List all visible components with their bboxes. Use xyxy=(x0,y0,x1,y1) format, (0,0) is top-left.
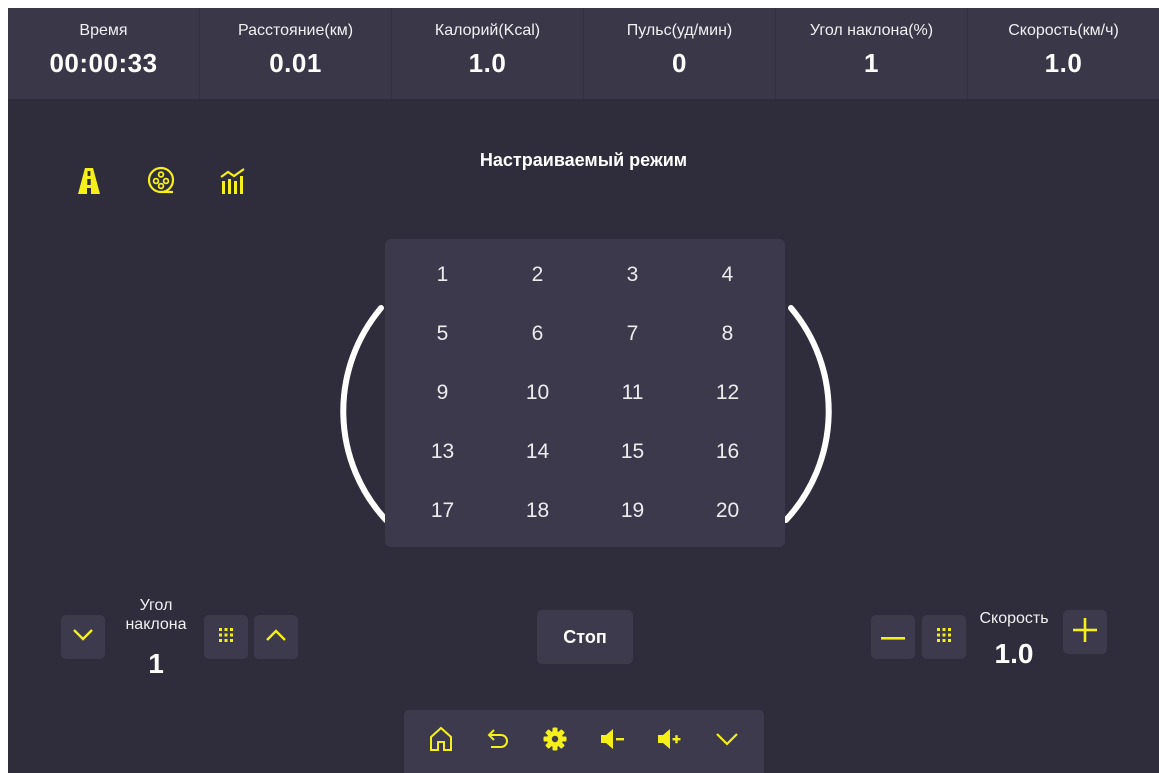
program-17-button[interactable]: 17 xyxy=(395,482,490,541)
program-16-button[interactable]: 16 xyxy=(680,423,775,482)
volume-up-button[interactable] xyxy=(650,722,690,762)
stat-label: Время xyxy=(79,22,128,39)
settings-button[interactable] xyxy=(535,722,575,762)
program-2-button[interactable]: 2 xyxy=(490,245,585,304)
settings-icon xyxy=(543,727,567,756)
incline-down-button[interactable] xyxy=(61,615,105,659)
mode-title: Настраиваемый режим xyxy=(479,150,688,170)
stat-calories: Калорий(Kcal) 1.0 xyxy=(392,8,584,99)
speed-keypad-button[interactable] xyxy=(922,615,966,659)
back-icon xyxy=(486,728,510,755)
program-18-button[interactable]: 18 xyxy=(490,482,585,541)
program-1-button[interactable]: 1 xyxy=(395,245,490,304)
stats-bar: Время 00:00:33 Расстояние(км) 0.01 Калор… xyxy=(8,8,1159,99)
program-8-button[interactable]: 8 xyxy=(680,304,775,363)
volume-down-icon xyxy=(600,728,626,755)
incline-up-button[interactable] xyxy=(254,615,298,659)
collapse-button[interactable] xyxy=(707,722,747,762)
program-19-button[interactable]: 19 xyxy=(585,482,680,541)
program-11-button[interactable]: 11 xyxy=(585,363,680,422)
chevron-up-icon xyxy=(265,628,287,647)
stat-label: Расстояние(км) xyxy=(237,22,354,39)
program-12-button[interactable]: 12 xyxy=(680,363,775,422)
incline-label: Угол наклона xyxy=(118,596,194,634)
chevron-down-icon xyxy=(715,732,739,751)
program-10-button[interactable]: 10 xyxy=(490,363,585,422)
stop-button[interactable]: Стоп xyxy=(537,610,633,664)
stat-label: Калорий(Kcal) xyxy=(434,22,541,39)
program-20-button[interactable]: 20 xyxy=(680,482,775,541)
stat-label: Угол наклона(%) xyxy=(809,22,934,39)
bottom-nav xyxy=(404,710,764,773)
plus-icon xyxy=(1073,617,1097,647)
program-4-button[interactable]: 4 xyxy=(680,245,775,304)
treadmill-screen: Время 00:00:33 Расстояние(км) 0.01 Калор… xyxy=(8,8,1159,773)
stat-label: Скорость(км/ч) xyxy=(1008,22,1119,39)
program-13-button[interactable]: 13 xyxy=(395,423,490,482)
stat-time: Время 00:00:33 xyxy=(8,8,200,99)
stat-pulse: Пульс(уд/мин) 0 xyxy=(584,8,776,99)
program-15-button[interactable]: 15 xyxy=(585,423,680,482)
program-grid: 1 2 3 4 5 6 7 8 9 10 11 12 13 14 15 16 17 18 19 20 xyxy=(385,239,785,547)
stat-incline: Угол наклона(%) 1 xyxy=(776,8,968,99)
stat-value: 1.0 xyxy=(468,48,507,78)
stat-value: 1.0 xyxy=(1044,48,1083,78)
incline-keypad-button[interactable] xyxy=(204,615,248,659)
program-14-button[interactable]: 14 xyxy=(490,423,585,482)
speed-label: Скорость xyxy=(979,610,1049,627)
incline-value: 1 xyxy=(148,648,164,679)
stat-label: Пульс(уд/мин) xyxy=(626,22,733,39)
program-7-button[interactable]: 7 xyxy=(585,304,680,363)
program-3-button[interactable]: 3 xyxy=(585,245,680,304)
keypad-icon xyxy=(937,627,951,647)
speed-down-button[interactable] xyxy=(871,615,915,659)
stat-value: 0.01 xyxy=(269,48,322,78)
minus-icon xyxy=(881,628,905,646)
home-button[interactable] xyxy=(421,722,461,762)
chevron-down-icon xyxy=(72,628,94,647)
program-6-button[interactable]: 6 xyxy=(490,304,585,363)
speed-up-button[interactable] xyxy=(1063,610,1107,654)
stat-speed: Скорость(км/ч) 1.0 xyxy=(968,8,1159,99)
incline-label-line1: Угол xyxy=(139,597,173,614)
stat-value: 0 xyxy=(672,48,687,78)
keypad-icon xyxy=(219,627,233,647)
program-9-button[interactable]: 9 xyxy=(395,363,490,422)
speed-value: 1.0 xyxy=(994,638,1034,669)
home-icon xyxy=(429,726,453,757)
program-5-button[interactable]: 5 xyxy=(395,304,490,363)
incline-label-line2: наклона xyxy=(125,616,187,633)
stat-distance: Расстояние(км) 0.01 xyxy=(200,8,392,99)
stat-value: 1 xyxy=(864,48,879,78)
stat-value: 00:00:33 xyxy=(49,48,158,78)
volume-down-button[interactable] xyxy=(593,722,633,762)
volume-up-icon xyxy=(657,728,683,755)
back-button[interactable] xyxy=(478,722,518,762)
